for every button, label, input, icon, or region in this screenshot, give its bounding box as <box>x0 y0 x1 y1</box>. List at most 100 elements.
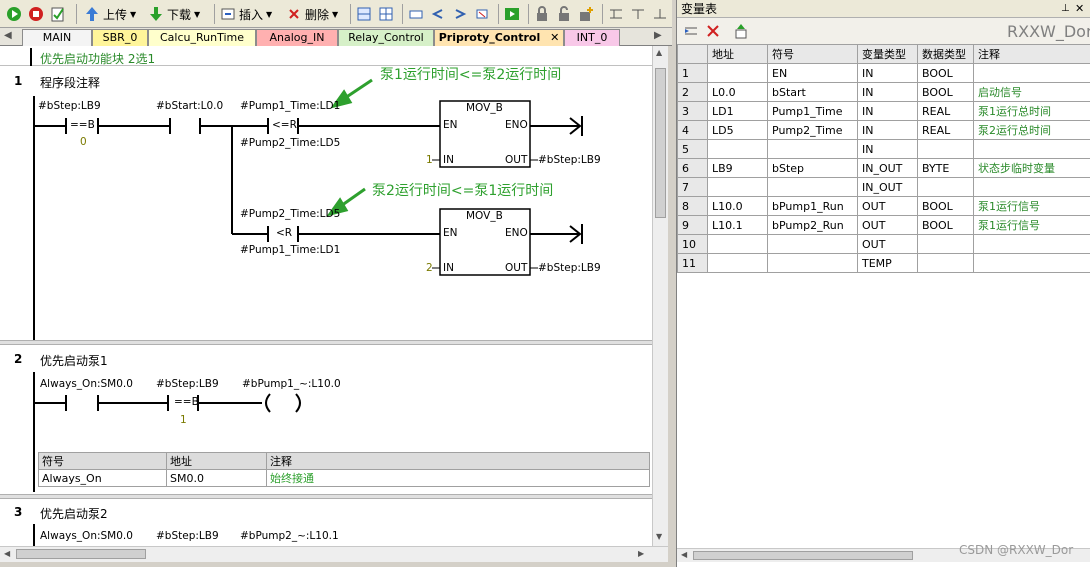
jump-button[interactable] <box>452 4 468 24</box>
tab-calcu-runtime[interactable]: Calcu_RunTime <box>148 29 256 46</box>
symbol-cell[interactable] <box>767 139 858 159</box>
comment-cell[interactable]: 泵1运行总时间 <box>973 101 1090 121</box>
symbol-cell[interactable]: bPump1_Run <box>767 196 858 216</box>
var-type-cell[interactable]: IN <box>857 139 918 159</box>
symbol-cell[interactable] <box>767 177 858 197</box>
download-button[interactable]: 下载 ▼ <box>148 4 200 24</box>
address-cell[interactable] <box>707 177 768 197</box>
data-type-cell[interactable]: REAL <box>917 101 974 121</box>
var-type-cell[interactable]: TEMP <box>857 253 918 273</box>
address-cell[interactable]: L10.0 <box>707 196 768 216</box>
tab-int0[interactable]: INT_0 <box>564 29 620 46</box>
symbol-cell[interactable] <box>767 253 858 273</box>
var-type-cell[interactable]: OUT <box>857 215 918 235</box>
clear-button[interactable] <box>474 4 490 24</box>
var-type-cell[interactable]: IN_OUT <box>857 158 918 178</box>
stop-button[interactable] <box>28 4 44 24</box>
branch-up-button[interactable] <box>652 4 668 24</box>
var-type-cell[interactable]: OUT <box>857 196 918 216</box>
data-type-cell[interactable] <box>917 253 974 273</box>
upload-button[interactable]: 上传 ▼ <box>84 4 136 24</box>
symbol-cell[interactable]: bPump2_Run <box>767 215 858 235</box>
address-cell[interactable] <box>707 63 768 83</box>
address-cell[interactable]: L10.1 <box>707 215 768 235</box>
network-button[interactable] <box>356 4 372 24</box>
tab-scroll-right-icon[interactable]: ▶ <box>654 30 662 41</box>
goto-button[interactable] <box>504 4 520 24</box>
run-button[interactable] <box>6 4 22 24</box>
tab-analog-in[interactable]: Analog_IN <box>256 29 338 46</box>
symbol-cell[interactable]: Pump2_Time <box>767 120 858 140</box>
comment-cell[interactable] <box>973 63 1090 83</box>
data-type-cell[interactable]: BYTE <box>917 158 974 178</box>
close-icon[interactable]: ✕ <box>1075 0 1084 18</box>
table-row[interactable]: 4 LD5 Pump2_Time IN REAL 泵2运行总时间 <box>677 120 1090 140</box>
comment-cell[interactable]: 泵1运行信号 <box>973 196 1090 216</box>
var-type-cell[interactable]: IN <box>857 120 918 140</box>
var-type-cell[interactable]: IN <box>857 82 918 102</box>
branch-button[interactable] <box>608 4 624 24</box>
address-cell[interactable]: LD5 <box>707 120 768 140</box>
comment-cell[interactable] <box>973 253 1090 273</box>
scroll-down-icon[interactable]: ▼ <box>656 532 662 541</box>
scroll-left-icon[interactable]: ◀ <box>4 549 10 558</box>
update-icon[interactable] <box>733 23 749 42</box>
comment-cell[interactable] <box>973 234 1090 254</box>
table-row[interactable]: Always_On SM0.0 始终接通 <box>38 469 650 487</box>
table-row[interactable]: 6 LB9 bStep IN_OUT BYTE 状态步临时变量 <box>677 158 1090 178</box>
pin-icon[interactable]: ⊥ <box>1061 0 1070 18</box>
comment-cell[interactable]: 泵2运行总时间 <box>973 120 1090 140</box>
tab-scroll-left-icon[interactable]: ◀ <box>4 30 12 41</box>
comment-cell[interactable] <box>973 139 1090 159</box>
symbol-cell[interactable]: bStep <box>767 158 858 178</box>
comment-cell[interactable]: 泵1运行信号 <box>973 215 1090 235</box>
coil-button[interactable] <box>430 4 446 24</box>
insert-button[interactable]: 插入 ▼ <box>220 4 272 24</box>
ladder-editor[interactable]: 优先启动功能块 2选1 1 程序段注释 #bStep:LB9 ==B 0 #bS… <box>0 46 662 546</box>
scroll-right-icon[interactable]: ▶ <box>638 549 644 558</box>
address-cell[interactable] <box>707 139 768 159</box>
tab-relay-control[interactable]: Relay_Control <box>338 29 434 46</box>
table-row[interactable]: 11 TEMP <box>677 253 1090 273</box>
table-row[interactable]: 9 L10.1 bPump2_Run OUT BOOL 泵1运行信号 <box>677 215 1090 235</box>
data-type-cell[interactable]: BOOL <box>917 63 974 83</box>
data-type-cell[interactable]: BOOL <box>917 215 974 235</box>
close-icon[interactable]: ✕ <box>550 31 559 44</box>
data-type-cell[interactable]: REAL <box>917 120 974 140</box>
insert-row-icon[interactable] <box>683 23 699 42</box>
scroll-thumb[interactable] <box>655 68 666 218</box>
table-row[interactable]: 3 LD1 Pump1_Time IN REAL 泵1运行总时间 <box>677 101 1090 121</box>
data-type-cell[interactable] <box>917 234 974 254</box>
tab-priproty-control[interactable]: Priproty_Control ✕ <box>434 29 564 46</box>
vertical-scrollbar[interactable]: ▲ ▼ <box>652 46 668 546</box>
symbol-cell[interactable]: bStart <box>767 82 858 102</box>
var-type-cell[interactable]: IN <box>857 101 918 121</box>
table-row[interactable]: 10 OUT <box>677 234 1090 254</box>
horizontal-scrollbar[interactable]: ◀ ▶ <box>0 546 668 562</box>
contact-button[interactable] <box>408 4 424 24</box>
table-row[interactable]: 7 IN_OUT <box>677 177 1090 197</box>
add-lock-button[interactable] <box>578 4 594 24</box>
delete-button[interactable]: 删除 ▼ <box>286 4 338 24</box>
compile-button[interactable] <box>50 4 66 24</box>
scroll-up-icon[interactable]: ▲ <box>656 48 662 57</box>
data-type-cell[interactable]: BOOL <box>917 196 974 216</box>
scroll-left-icon[interactable]: ◀ <box>681 550 687 559</box>
table-row[interactable]: 1 EN IN BOOL <box>677 63 1090 83</box>
table-row[interactable]: 8 L10.0 bPump1_Run OUT BOOL 泵1运行信号 <box>677 196 1090 216</box>
column-header[interactable]: 地址 <box>707 44 768 64</box>
table-row[interactable]: 5 IN <box>677 139 1090 159</box>
var-type-cell[interactable]: IN <box>857 63 918 83</box>
address-cell[interactable]: L0.0 <box>707 82 768 102</box>
symbol-cell[interactable]: Pump1_Time <box>767 101 858 121</box>
table-row[interactable]: 2 L0.0 bStart IN BOOL 启动信号 <box>677 82 1090 102</box>
grid-button[interactable] <box>378 4 394 24</box>
data-type-cell[interactable]: BOOL <box>917 82 974 102</box>
column-header[interactable]: 数据类型 <box>917 44 974 64</box>
column-header[interactable]: 符号 <box>767 44 858 64</box>
branch-down-button[interactable] <box>630 4 646 24</box>
address-cell[interactable] <box>707 253 768 273</box>
address-cell[interactable]: LB9 <box>707 158 768 178</box>
network-title[interactable]: 优先启动泵2 <box>40 505 108 522</box>
tab-main[interactable]: MAIN <box>22 29 92 46</box>
